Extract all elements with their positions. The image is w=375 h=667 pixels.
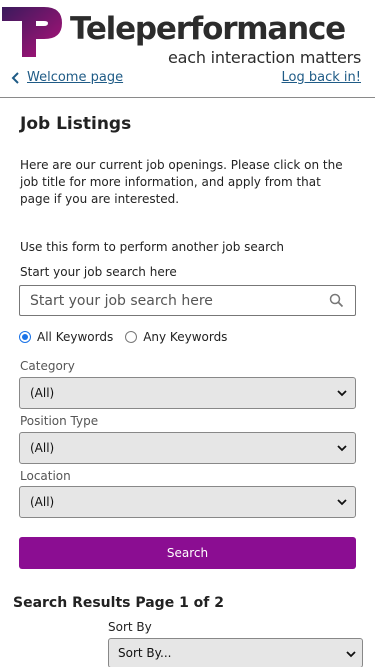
chevron-down-icon [337,499,347,506]
any-keywords-radio[interactable] [125,331,138,343]
intro-text: Here are our current job openings. Pleas… [20,158,343,206]
location-value: (All) [30,495,55,509]
teleperformance-logo-icon[interactable] [0,3,62,57]
chevron-left-icon [11,71,19,84]
keyword-mode-group: All Keywords Any Keywords [19,330,239,344]
form-hint: Use this form to perform another job sea… [20,240,285,254]
job-search-input[interactable] [20,286,310,315]
site-header: Teleperformance each interaction matters… [0,0,375,98]
log-back-in-link[interactable]: Log back in! [282,70,361,85]
chevron-down-icon [337,390,347,397]
position-type-value: (All) [30,441,55,455]
chevron-down-icon [346,651,356,658]
chevron-down-icon [337,445,347,452]
welcome-page-link-label: Welcome page [27,70,124,85]
location-label: Location [20,469,71,483]
results-title: Search Results Page 1 of 2 [13,595,225,611]
all-keywords-option[interactable]: All Keywords [19,330,113,344]
search-button[interactable]: Search [19,537,356,569]
all-keywords-label: All Keywords [37,330,114,344]
any-keywords-option[interactable]: Any Keywords [125,330,227,344]
location-select[interactable]: (All) [19,486,356,518]
category-select[interactable]: (All) [19,377,356,409]
position-type-select[interactable]: (All) [19,432,356,464]
sort-by-value: Sort By... [118,646,172,660]
search-label: Start your job search here [20,265,177,279]
brand-tagline: each interaction matters [168,48,362,67]
welcome-page-link[interactable]: Welcome page [11,70,123,85]
all-keywords-radio[interactable] [19,331,31,343]
any-keywords-label: Any Keywords [143,330,228,344]
brand-name: Teleperformance [70,11,346,47]
sort-by-label: Sort By [108,620,152,634]
sort-by-select[interactable]: Sort By... [108,638,363,667]
page-title: Job Listings [20,114,132,134]
search-icon[interactable] [329,293,344,308]
position-type-label: Position Type [20,414,99,428]
category-label: Category [20,359,75,373]
job-search-box [19,285,356,316]
category-value: (All) [30,386,55,400]
